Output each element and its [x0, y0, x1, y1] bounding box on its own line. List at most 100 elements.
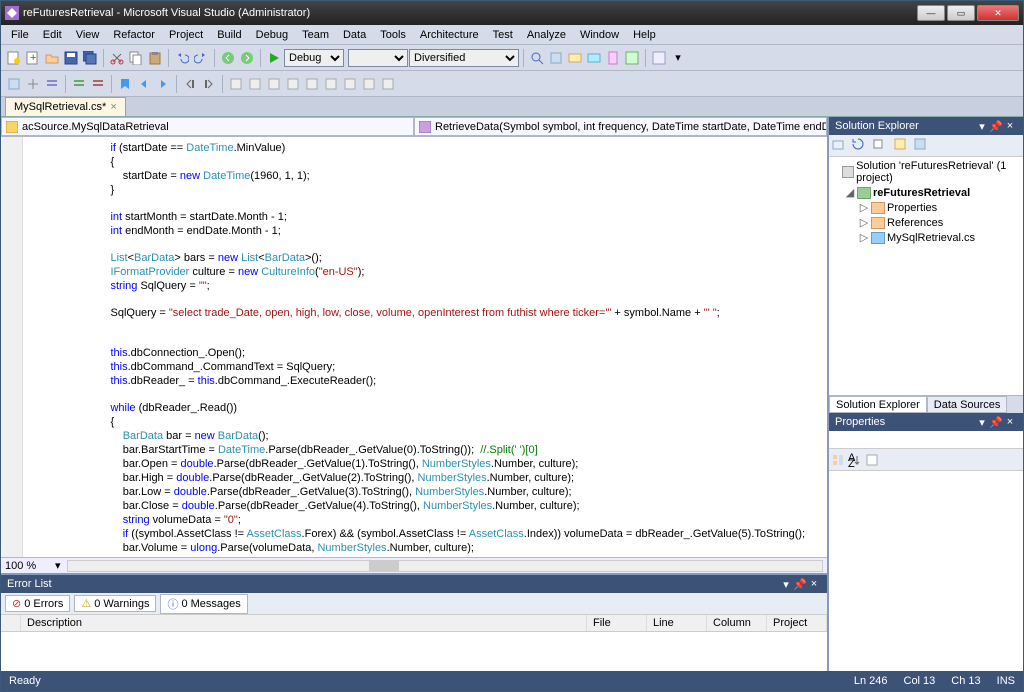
uncomment-button[interactable]	[89, 75, 107, 93]
tb-btn-6[interactable]	[650, 49, 668, 67]
paste-button[interactable]	[146, 49, 164, 67]
tb2-btn-3[interactable]	[43, 75, 61, 93]
menu-build[interactable]: Build	[211, 27, 247, 43]
nav-back-button[interactable]	[219, 49, 237, 67]
solution-tree[interactable]: Solution 'reFuturesRetrieval' (1 project…	[829, 157, 1023, 247]
tree-project[interactable]: ◢reFuturesRetrieval	[831, 185, 1021, 200]
se-dropdown-icon[interactable]: ▾	[975, 119, 989, 133]
col-line[interactable]: Line	[647, 615, 707, 631]
zoom-level[interactable]: 100 %	[5, 560, 55, 572]
props-categorized-button[interactable]	[831, 453, 845, 467]
tb-btn-5[interactable]	[623, 49, 641, 67]
menu-project[interactable]: Project	[163, 27, 209, 43]
save-all-button[interactable]	[81, 49, 99, 67]
save-button[interactable]	[62, 49, 80, 67]
se-close-icon[interactable]: ×	[1003, 119, 1017, 133]
next-bookmark-button[interactable]	[154, 75, 172, 93]
menu-window[interactable]: Window	[574, 27, 625, 43]
warnings-filter[interactable]: ⚠0 Warnings	[74, 595, 156, 612]
indent-out-button[interactable]	[181, 75, 199, 93]
se-home-button[interactable]	[831, 137, 849, 155]
minimize-button[interactable]: —	[917, 5, 945, 21]
panel-dropdown-icon[interactable]: ▾	[779, 577, 793, 591]
panel-pin-icon[interactable]: 📌	[793, 577, 807, 591]
zoom-drop-icon[interactable]: ▾	[55, 559, 61, 572]
tb-btn-2[interactable]	[566, 49, 584, 67]
tb2-btn-x6[interactable]	[322, 75, 340, 93]
menu-debug[interactable]: Debug	[250, 27, 294, 43]
copy-button[interactable]	[127, 49, 145, 67]
tb2-btn-2[interactable]	[24, 75, 42, 93]
nav-fwd-button[interactable]	[238, 49, 256, 67]
menu-help[interactable]: Help	[627, 27, 662, 43]
tab-close-icon[interactable]: ×	[110, 101, 116, 113]
tb2-btn-x1[interactable]	[227, 75, 245, 93]
tb2-btn-x9[interactable]	[379, 75, 397, 93]
redo-button[interactable]	[192, 49, 210, 67]
code-content[interactable]: if (startDate == DateTime.MinValue) { st…	[1, 137, 827, 557]
col-column[interactable]: Column	[707, 615, 767, 631]
tb2-btn-1[interactable]	[5, 75, 23, 93]
se-refresh-button[interactable]	[851, 137, 869, 155]
props-alpha-button[interactable]: AZ	[847, 453, 861, 467]
tb-btn-4[interactable]	[604, 49, 622, 67]
col-project[interactable]: Project	[767, 615, 827, 631]
se-showall-button[interactable]	[893, 137, 911, 155]
h-scrollbar[interactable]	[67, 560, 823, 572]
type-dropdown[interactable]: acSource.MySqlDataRetrieval	[1, 117, 414, 136]
se-collapse-button[interactable]	[871, 137, 889, 155]
messages-filter[interactable]: ⓘ0 Messages	[160, 594, 247, 614]
props-pages-button[interactable]	[865, 453, 879, 467]
tree-properties[interactable]: ▷Properties	[831, 200, 1021, 215]
se-properties-button[interactable]	[913, 137, 931, 155]
open-button[interactable]	[43, 49, 61, 67]
menu-edit[interactable]: Edit	[37, 27, 68, 43]
add-item-button[interactable]: +	[24, 49, 42, 67]
tab-data-sources[interactable]: Data Sources	[927, 396, 1008, 413]
tab-solution-explorer[interactable]: Solution Explorer	[829, 396, 927, 413]
tb2-btn-x3[interactable]	[265, 75, 283, 93]
errors-filter[interactable]: ⊘0 Errors	[5, 595, 70, 612]
indent-in-button[interactable]	[200, 75, 218, 93]
panel-close-icon[interactable]: ×	[807, 577, 821, 591]
props-object-dropdown[interactable]	[829, 431, 1023, 449]
maximize-button[interactable]: ▭	[947, 5, 975, 21]
find-button[interactable]	[528, 49, 546, 67]
prev-bookmark-button[interactable]	[135, 75, 153, 93]
platform-dropdown[interactable]: Diversified	[409, 49, 519, 67]
properties-header[interactable]: Properties ▾ 📌 ×	[829, 413, 1023, 431]
titlebar[interactable]: reFuturesRetrieval - Microsoft Visual St…	[1, 1, 1023, 25]
col-description[interactable]: Description	[21, 615, 587, 631]
start-debug-button[interactable]	[265, 49, 283, 67]
props-pin-icon[interactable]: 📌	[989, 415, 1003, 429]
error-table[interactable]: Description File Line Column Project	[1, 615, 827, 671]
tb2-btn-x7[interactable]	[341, 75, 359, 93]
menu-file[interactable]: File	[5, 27, 35, 43]
tb2-btn-x2[interactable]	[246, 75, 264, 93]
menu-data[interactable]: Data	[337, 27, 372, 43]
config-dropdown[interactable]: Debug	[284, 49, 344, 67]
tb2-btn-x4[interactable]	[284, 75, 302, 93]
tree-solution[interactable]: Solution 'reFuturesRetrieval' (1 project…	[831, 159, 1021, 185]
new-project-button[interactable]	[5, 49, 23, 67]
tab-mysqlretrieval[interactable]: MySqlRetrieval.cs* ×	[5, 97, 126, 116]
tb-btn-1[interactable]	[547, 49, 565, 67]
error-list-header[interactable]: Error List ▾ 📌 ×	[1, 575, 827, 593]
tb2-btn-x5[interactable]	[303, 75, 321, 93]
close-button[interactable]: ✕	[977, 5, 1019, 21]
tree-references[interactable]: ▷References	[831, 215, 1021, 230]
props-dropdown-icon[interactable]: ▾	[975, 415, 989, 429]
menu-team[interactable]: Team	[296, 27, 335, 43]
se-pin-icon[interactable]: 📌	[989, 119, 1003, 133]
menu-analyze[interactable]: Analyze	[521, 27, 572, 43]
bookmark-button[interactable]	[116, 75, 134, 93]
tree-file-cs[interactable]: ▷MySqlRetrieval.cs	[831, 230, 1021, 245]
menu-view[interactable]: View	[70, 27, 106, 43]
menu-refactor[interactable]: Refactor	[107, 27, 161, 43]
tb-btn-3[interactable]	[585, 49, 603, 67]
member-dropdown[interactable]: RetrieveData(Symbol symbol, int frequenc…	[414, 117, 827, 136]
menu-architecture[interactable]: Architecture	[414, 27, 485, 43]
tb2-btn-x8[interactable]	[360, 75, 378, 93]
properties-grid[interactable]	[829, 471, 1023, 671]
solution-explorer-header[interactable]: Solution Explorer ▾ 📌 ×	[829, 117, 1023, 135]
